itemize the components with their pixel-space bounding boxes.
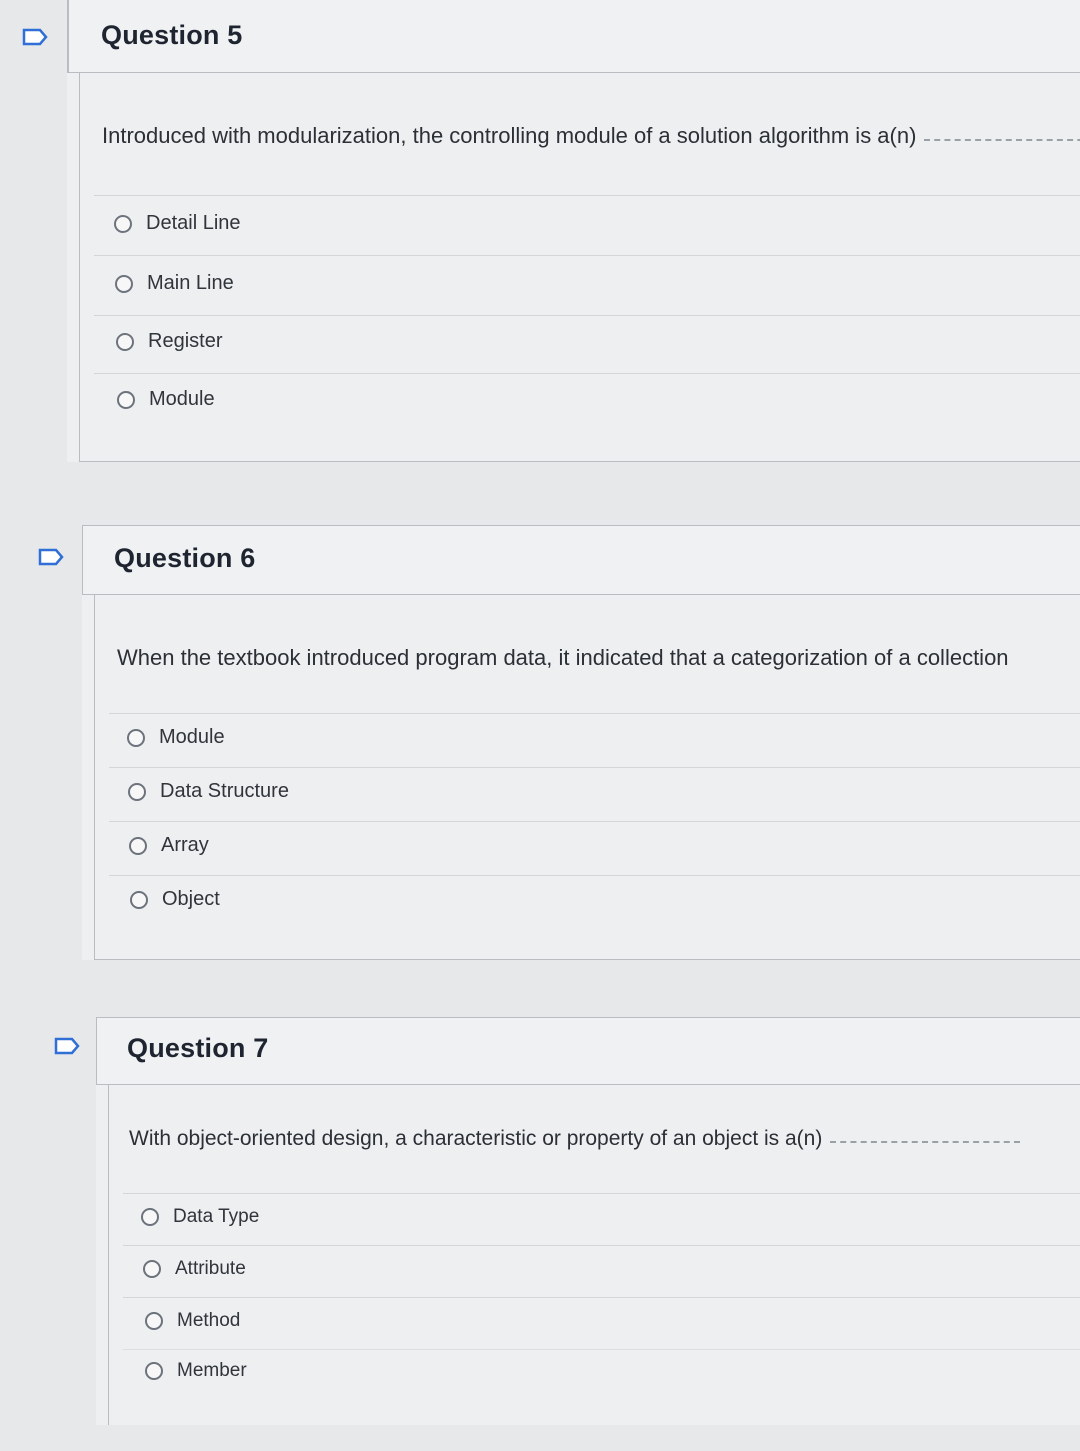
question-7-option-row: Data Type — [123, 1193, 1080, 1246]
option-label: Object — [162, 888, 220, 910]
option-label: Detail Line — [146, 212, 241, 234]
option-label: Module — [159, 726, 225, 748]
question-7-option-3[interactable]: Method — [145, 1310, 240, 1332]
question-7-option-row: Method — [123, 1297, 1080, 1350]
question-7-block: Question 7 With object-oriented design, … — [96, 1017, 1080, 1425]
option-label: Data Structure — [160, 780, 289, 802]
option-label: Data Type — [173, 1206, 260, 1227]
question-7-option-row: Attribute — [123, 1245, 1080, 1298]
flag-question-6-icon[interactable] — [38, 548, 64, 566]
radio-button-icon[interactable] — [116, 332, 134, 351]
radio-button-icon[interactable] — [117, 390, 135, 409]
option-label: Method — [177, 1310, 241, 1331]
option-label: Main Line — [147, 272, 234, 294]
question-7-header: Question 7 — [96, 1017, 1080, 1085]
question-6-option-2[interactable]: Data Structure — [128, 780, 289, 803]
question-5-option-row: Module — [94, 373, 1080, 432]
question-7-prompt: With object-oriented design, a character… — [129, 1127, 1021, 1151]
option-label: Attribute — [175, 1258, 246, 1279]
question-7-option-4[interactable]: Member — [145, 1360, 247, 1382]
question-6-option-4[interactable]: Object — [130, 888, 220, 911]
radio-button-icon[interactable] — [128, 782, 146, 801]
radio-button-icon[interactable] — [129, 836, 147, 855]
question-5-prompt: Introduced with modularization, the cont… — [102, 123, 1080, 149]
question-6-option-row: Object — [109, 875, 1080, 930]
question-5-option-row: Detail Line — [94, 195, 1080, 256]
flag-question-7-icon[interactable] — [54, 1037, 80, 1055]
radio-button-icon[interactable] — [114, 214, 132, 233]
question-6-header: Question 6 — [82, 525, 1080, 595]
question-6-option-3[interactable]: Array — [129, 834, 209, 857]
radio-button-icon[interactable] — [130, 890, 148, 909]
question-7-option-2[interactable]: Attribute — [143, 1258, 246, 1280]
radio-button-icon[interactable] — [141, 1208, 159, 1226]
question-6-body: When the textbook introduced program dat… — [94, 595, 1080, 960]
question-5-option-2[interactable]: Main Line — [115, 272, 234, 295]
question-7-prompt-text: With object-oriented design, a character… — [129, 1127, 823, 1150]
answer-blank — [924, 138, 1080, 141]
option-label: Member — [177, 1360, 247, 1381]
question-5-option-row: Register — [94, 315, 1080, 374]
option-label: Module — [149, 388, 215, 410]
question-5-title: Question 5 — [101, 20, 243, 50]
question-5-block: Question 5 Introduced with modularizatio… — [67, 0, 1080, 462]
question-5-header: Question 5 — [67, 0, 1080, 73]
question-7-body: With object-oriented design, a character… — [108, 1085, 1080, 1425]
question-6-prompt: When the textbook introduced program dat… — [117, 645, 1009, 670]
flag-question-5-icon[interactable] — [22, 28, 48, 46]
answer-blank — [830, 1140, 1021, 1143]
question-7-title: Question 7 — [127, 1033, 269, 1063]
option-label: Register — [148, 330, 223, 352]
question-6-block: Question 6 When the textbook introduced … — [82, 525, 1080, 960]
radio-button-icon[interactable] — [145, 1362, 163, 1380]
question-6-option-row: Data Structure — [109, 767, 1080, 822]
question-6-option-row: Array — [109, 821, 1080, 876]
option-label: Array — [161, 834, 209, 856]
radio-button-icon[interactable] — [127, 728, 145, 747]
question-6-title: Question 6 — [114, 543, 256, 573]
question-5-prompt-text: Introduced with modularization, the cont… — [102, 123, 917, 148]
radio-button-icon[interactable] — [115, 274, 133, 293]
question-5-option-row: Main Line — [94, 255, 1080, 316]
question-5-option-3[interactable]: Register — [116, 330, 222, 353]
radio-button-icon[interactable] — [143, 1260, 161, 1278]
question-5-option-4[interactable]: Module — [117, 388, 215, 411]
question-6-option-1[interactable]: Module — [127, 726, 225, 749]
question-5-option-1[interactable]: Detail Line — [114, 212, 241, 235]
question-7-option-row: Member — [123, 1349, 1080, 1402]
question-5-body: Introduced with modularization, the cont… — [79, 73, 1080, 462]
radio-button-icon[interactable] — [145, 1312, 163, 1330]
question-6-option-row: Module — [109, 713, 1080, 768]
question-7-option-1[interactable]: Data Type — [141, 1206, 259, 1228]
